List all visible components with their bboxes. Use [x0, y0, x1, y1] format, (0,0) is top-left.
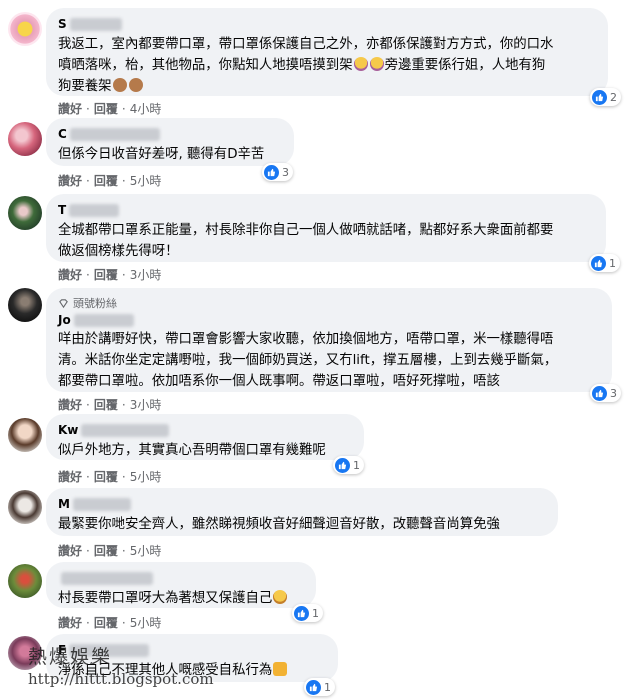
reply-button[interactable]: 回覆 [94, 172, 118, 189]
top-fan-badge[interactable]: 頭號粉絲 [58, 295, 600, 311]
like-icon [335, 457, 350, 473]
commenter-name[interactable]: Jo [58, 311, 600, 329]
avatar[interactable] [8, 122, 42, 156]
timestamp[interactable]: 5小時 [130, 468, 162, 485]
comment-actions: 讚好 · 回覆 · 5小時 [58, 468, 162, 485]
commenter-name[interactable] [58, 569, 304, 587]
watermark: 熱爆娛樂 http://hittt.blogspot.com [28, 646, 214, 690]
commenter-name[interactable]: S [58, 15, 596, 33]
reply-button[interactable]: 回覆 [94, 542, 118, 559]
reaction-count[interactable]: 1 [589, 254, 620, 272]
comment-actions: 讚好 · 回覆 · 3小時 [58, 396, 162, 413]
comment-actions: 讚好 · 回覆 · 5小時 [58, 542, 162, 559]
avatar[interactable] [8, 564, 42, 598]
comment-text: 咩由於講嘢好快，帶口罩會影響大家收聽，依加換個地方，唔帶口罩，米一樣聽得唔 清。… [58, 332, 558, 389]
disappointed-face-icon [273, 590, 288, 604]
disappointed-face-icon [353, 57, 368, 71]
comment-text: 村長要帶口罩呀大為著想又保護自己 [58, 588, 304, 609]
reaction-count[interactable]: 1 [333, 456, 364, 474]
avatar[interactable] [8, 418, 42, 452]
see-no-evil-monkey-icon [128, 78, 143, 92]
avatar[interactable] [8, 490, 42, 524]
comment-text: 我返工，室內都要帶口罩，帶口罩係保護自己之外，亦都係保護對方方式，你的口水 噴晒… [58, 37, 554, 94]
disappointed-face-icon [369, 57, 384, 71]
reply-button[interactable]: 回覆 [94, 396, 118, 413]
comment-bubble: C 但係今日收音好差呀, 聽得有D辛苦 [46, 118, 294, 166]
comment-bubble: T 全城都帶口罩系正能量，村長除非你自己一個人做哂就話啫，點都好系大衆面前都要 … [46, 194, 606, 262]
comment-bubble: Kw 似戶外地方，其實真心吾明帶個口罩有幾難呢 [46, 414, 364, 460]
comment-text: 全城都帶口罩系正能量，村長除非你自己一個人做哂就話啫，點都好系大衆面前都要 做返… [58, 223, 554, 259]
reaction-count[interactable]: 1 [304, 678, 335, 696]
like-button[interactable]: 讚好 [58, 396, 82, 413]
like-button[interactable]: 讚好 [58, 172, 82, 189]
timestamp[interactable]: 5小時 [130, 172, 162, 189]
reply-button[interactable]: 回覆 [94, 614, 118, 631]
watermark-title: 熱爆娛樂 [28, 646, 113, 668]
reaction-count[interactable]: 3 [262, 163, 293, 181]
comment-bubble: M 最緊要你哋安全齊人，雖然睇視頻收音好細聲迴音好散，改聽聲音尚算免強 [46, 488, 558, 536]
comment-actions: 讚好 · 回覆 · 5小時 [58, 614, 162, 631]
avatar[interactable] [8, 12, 42, 46]
like-button[interactable]: 讚好 [58, 468, 82, 485]
like-icon [592, 89, 607, 105]
diamond-icon [59, 298, 68, 308]
timestamp[interactable]: 5小時 [130, 614, 162, 631]
like-icon [264, 164, 279, 180]
comment-actions: 讚好 · 回覆 · 4小時 [58, 100, 162, 117]
timestamp[interactable]: 5小時 [130, 542, 162, 559]
like-icon [592, 385, 607, 401]
see-no-evil-monkey-icon [112, 78, 127, 92]
reaction-count[interactable]: 2 [590, 88, 621, 106]
comment-text: 但係今日收音好差呀, 聽得有D辛苦 [58, 147, 265, 162]
like-icon [306, 679, 321, 695]
like-button[interactable]: 讚好 [58, 100, 82, 117]
comment-actions: 讚好 · 回覆 · 3小時 [58, 266, 162, 283]
like-button[interactable]: 讚好 [58, 542, 82, 559]
timestamp[interactable]: 4小時 [130, 100, 162, 117]
reaction-count[interactable]: 1 [292, 604, 323, 622]
commenter-name[interactable]: C [58, 125, 282, 143]
comment-bubble: 村長要帶口罩呀大為著想又保護自己 [46, 562, 316, 608]
like-button[interactable]: 讚好 [58, 266, 82, 283]
thumbs-down-icon [273, 662, 288, 676]
comment-text: 似戶外地方，其實真心吾明帶個口罩有幾難呢 [58, 443, 326, 458]
reply-button[interactable]: 回覆 [94, 100, 118, 117]
comment-actions: 讚好 · 回覆 · 5小時 [58, 172, 162, 189]
avatar[interactable] [8, 288, 42, 322]
avatar[interactable] [8, 196, 42, 230]
comment-text: 最緊要你哋安全齊人，雖然睇視頻收音好細聲迴音好散，改聽聲音尚算免強 [58, 517, 500, 532]
reply-button[interactable]: 回覆 [94, 266, 118, 283]
commenter-name[interactable]: Kw [58, 421, 352, 439]
reaction-count[interactable]: 3 [590, 384, 621, 402]
timestamp[interactable]: 3小時 [130, 266, 162, 283]
like-icon [591, 255, 606, 271]
comment-bubble: 頭號粉絲 Jo 咩由於講嘢好快，帶口罩會影響大家收聽，依加換個地方，唔帶口罩，米… [46, 288, 612, 392]
commenter-name[interactable]: T [58, 201, 594, 219]
comment-bubble: S 我返工，室內都要帶口罩，帶口罩係保護自己之外，亦都係保護對方方式，你的口水 … [46, 8, 608, 96]
reply-button[interactable]: 回覆 [94, 468, 118, 485]
watermark-url: http://hittt.blogspot.com [28, 670, 214, 688]
timestamp[interactable]: 3小時 [130, 396, 162, 413]
like-icon [294, 605, 309, 621]
commenter-name[interactable]: M [58, 495, 546, 513]
like-button[interactable]: 讚好 [58, 614, 82, 631]
